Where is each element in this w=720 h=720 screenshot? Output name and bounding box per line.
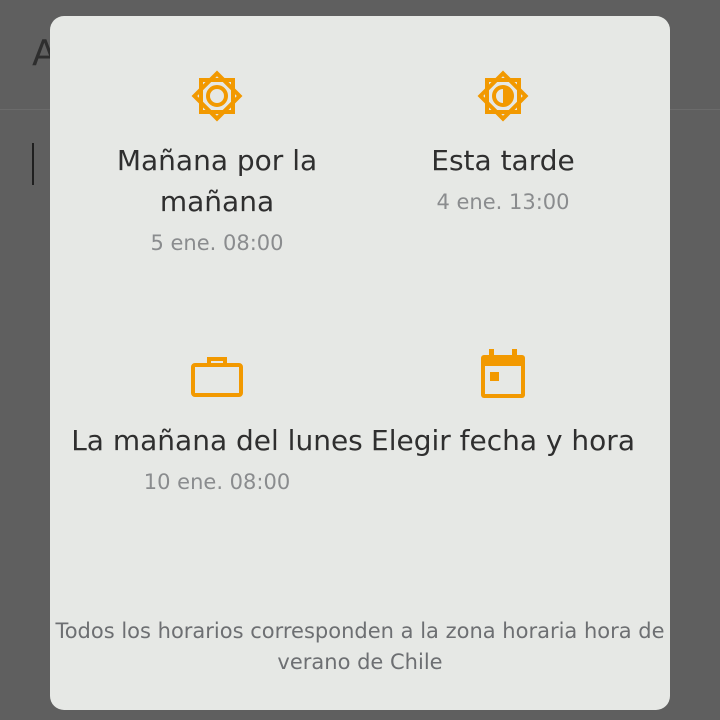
option-this-afternoon[interactable]: Esta tarde 4 ene. 13:00 [353,66,653,221]
option-tomorrow-morning[interactable]: Mañana por la mañana 5 ene. 08:00 [67,66,367,262]
option-time: 10 ene. 08:00 [143,470,291,494]
timezone-note: Todos los horarios corresponden a la zon… [55,619,665,674]
text-cursor [32,143,34,185]
calendar-icon [481,349,525,398]
half-sun-icon [477,70,529,122]
option-label: Elegir fecha y hora [371,424,635,457]
option-time: 5 ene. 08:00 [150,231,284,255]
option-monday-morning[interactable]: La mañana del lunes 10 ene. 08:00 [67,346,367,501]
option-label: La mañana del lunes [71,424,363,457]
option-time: 4 ene. 13:00 [436,190,570,214]
option-pick-date-time[interactable]: Elegir fecha y hora [353,346,653,461]
briefcase-icon [191,357,243,397]
option-label: Esta tarde [431,144,575,177]
option-label: Mañana por la mañana [116,144,318,218]
sun-icon [191,70,243,122]
snooze-dialog: Mañana por la mañana 5 ene. 08:00 Esta t… [50,16,670,710]
